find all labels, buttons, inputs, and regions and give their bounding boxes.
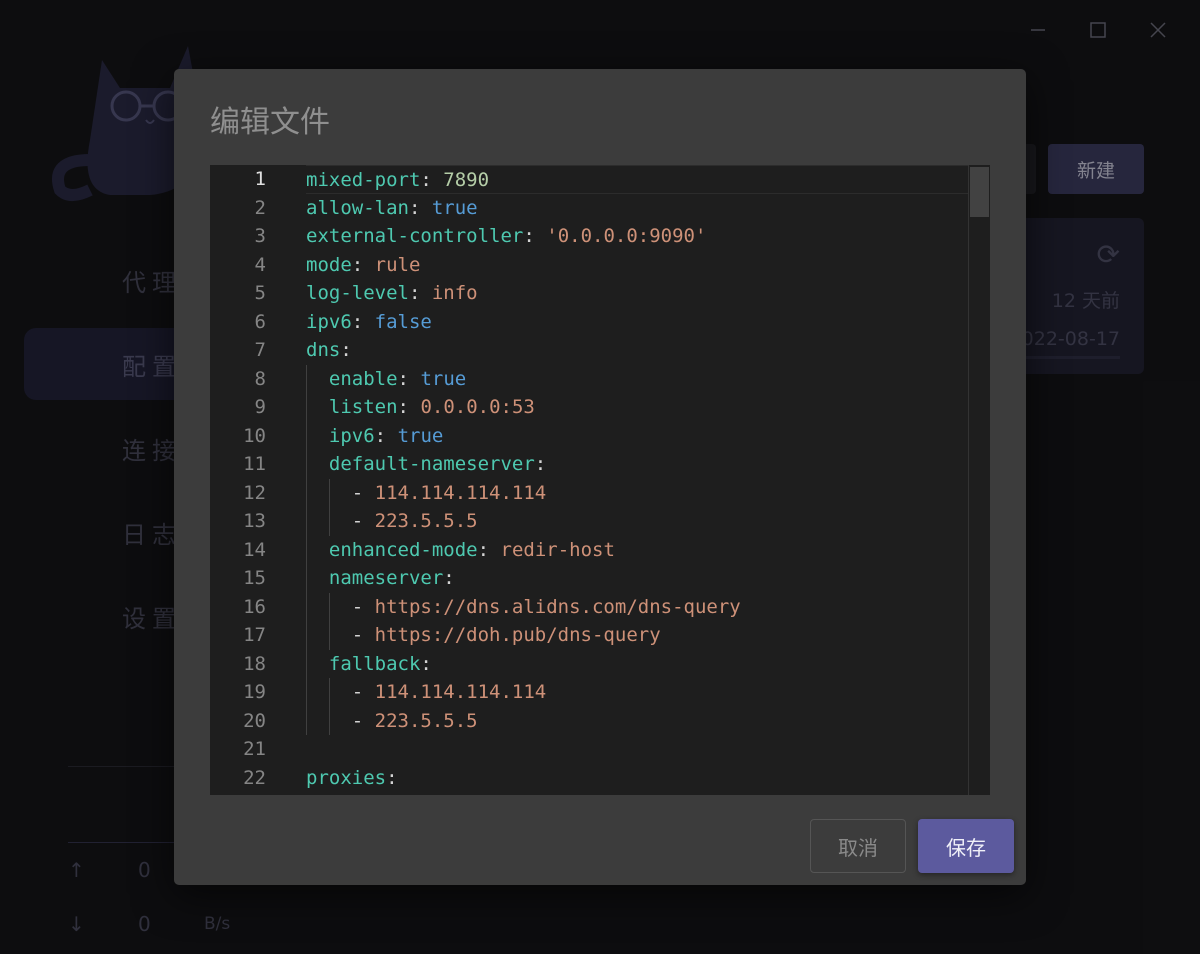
code-line: allow-lan: true [306,196,478,219]
code-line: - 223.5.5.5 [351,510,478,532]
code-line: enhanced-mode: redir-host [328,538,615,561]
code-line: - 114.114.114.114 [351,681,547,703]
code-line: external-controller: '0.0.0.0:9090' [306,225,707,247]
indent-guide [306,364,307,735]
line-number: 21 [243,738,266,760]
dialog-title: 编辑文件 [210,105,330,140]
line-number: 5 [254,282,266,304]
line-number: 13 [243,510,266,532]
code-editor[interactable]: 1 2 3 4 5 6 7 8 9 10 11 12 13 14 15 16 17 18 19 20 21 22 mixe… [210,165,990,795]
indent-guide [329,592,330,650]
code-line: - https://dns.alidns.com/dns-query [351,595,741,618]
code-line: proxies: [306,766,398,789]
line-number: 6 [254,310,266,333]
line-number: 2 [254,196,266,219]
code-line: nameserver: [328,567,455,589]
cancel-button[interactable]: 取消 [810,819,906,873]
code-line: mode: rule [306,253,421,276]
code-content[interactable]: mixed-port: 7890 allow-lan: true external-… [306,165,970,792]
code-line: fallback: [328,652,432,675]
line-number: 17 [243,624,266,646]
code-line: enable: true [328,367,467,390]
code-line: log-level: info [306,282,478,304]
line-number: 20 [243,709,266,732]
line-number: 18 [243,652,266,675]
save-button[interactable]: 保存 [918,819,1014,873]
scrollbar-thumb[interactable] [970,167,989,217]
line-number: 9 [254,396,266,418]
editor-scrollbar[interactable] [968,165,990,795]
code-line: mixed-port: 7890 [306,165,970,194]
code-line: ipv6: true [328,424,444,447]
line-number: 16 [243,595,266,618]
code-line: ipv6: false [306,310,432,333]
line-number: 12 [243,481,266,504]
line-number: 4 [254,253,266,276]
line-number: 8 [254,367,266,390]
line-number: 11 [243,453,266,475]
code-line: listen: 0.0.0.0:53 [328,396,535,418]
code-line: default-nameserver: [328,453,547,475]
code-line: - https://doh.pub/dns-query [351,624,661,646]
line-number: 10 [243,424,266,447]
line-number-gutter: 1 2 3 4 5 6 7 8 9 10 11 12 13 14 15 16 17 18 19 20 21 22 [210,165,280,792]
line-number: 3 [254,225,266,247]
code-line: dns: [306,339,352,361]
line-number: 7 [254,339,266,361]
indent-guide [329,478,330,536]
line-number: 1 [254,168,266,190]
line-number: 14 [243,538,266,561]
code-line: - 223.5.5.5 [351,709,478,732]
line-number: 19 [243,681,266,703]
edit-file-dialog: 编辑文件 1 2 3 4 5 6 7 8 9 10 11 12 13 14 15 16 17 18 19 20 21 22… [174,69,1026,885]
line-number: 22 [243,766,266,789]
indent-guide [329,678,330,735]
code-line: - 114.114.114.114 [351,481,547,504]
line-number: 15 [243,567,266,589]
